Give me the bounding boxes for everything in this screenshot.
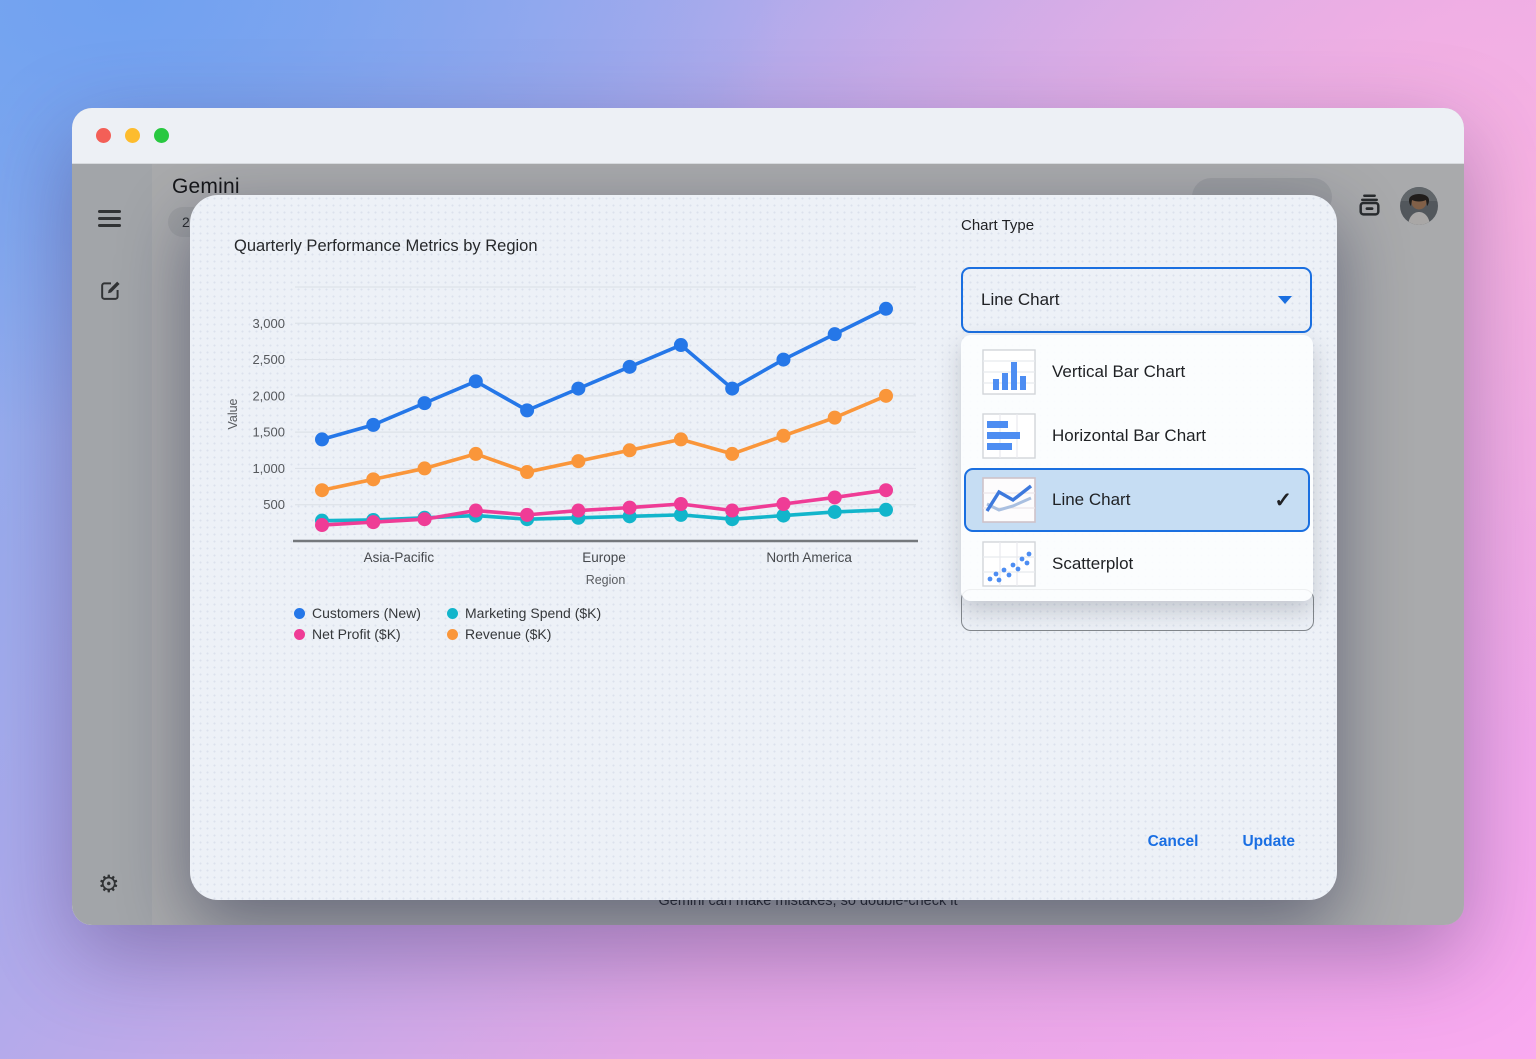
line-chart-icon <box>982 477 1036 523</box>
legend-label: Revenue ($K) <box>465 626 551 642</box>
svg-text:3,000: 3,000 <box>252 316 285 331</box>
dialog-actions: Cancel Update <box>1148 833 1295 851</box>
update-button[interactable]: Update <box>1242 833 1295 851</box>
svg-text:2,000: 2,000 <box>252 388 285 403</box>
minimize-window-button[interactable] <box>125 128 140 143</box>
chart-title: Quarterly Performance Metrics by Region <box>234 237 538 256</box>
legend-item: Customers (New) <box>294 605 447 621</box>
svg-text:Asia-Pacific: Asia-Pacific <box>364 550 435 565</box>
legend-item: Marketing Spend ($K) <box>447 605 601 621</box>
chart-type-option-vertical-bar[interactable]: Vertical Bar Chart <box>964 340 1310 404</box>
zoom-window-button[interactable] <box>154 128 169 143</box>
legend-item: Net Profit ($K) <box>294 626 447 642</box>
close-window-button[interactable] <box>96 128 111 143</box>
legend-dot-revenue <box>447 629 458 640</box>
chart-type-selected-value: Line Chart <box>981 290 1059 310</box>
svg-text:Region: Region <box>586 573 626 587</box>
chart-type-option-horizontal-bar[interactable]: Horizontal Bar Chart <box>964 404 1310 468</box>
svg-text:1,500: 1,500 <box>252 425 285 440</box>
browser-window: ⚙ Gemini 2 <box>72 108 1464 925</box>
svg-text:2,500: 2,500 <box>252 352 285 367</box>
svg-text:1,000: 1,000 <box>252 461 285 476</box>
menu-item-label: Vertical Bar Chart <box>1052 362 1185 382</box>
legend-dot-marketing-spend <box>447 608 458 619</box>
legend-dot-net-profit <box>294 629 305 640</box>
window-titlebar <box>72 108 1464 164</box>
chart-type-option-scatterplot[interactable]: Scatterplot <box>964 532 1310 596</box>
svg-text:Value: Value <box>226 398 240 429</box>
svg-text:Europe: Europe <box>582 550 626 565</box>
cancel-button[interactable]: Cancel <box>1148 833 1199 851</box>
legend-label: Customers (New) <box>312 605 421 621</box>
chart-type-option-line[interactable]: Line Chart ✓ <box>964 468 1310 532</box>
svg-text:North America: North America <box>766 550 852 565</box>
svg-text:500: 500 <box>263 497 285 512</box>
chart-editor-dialog: Quarterly Performance Metrics by Region … <box>190 195 1337 900</box>
legend-label: Marketing Spend ($K) <box>465 605 601 621</box>
chart-type-select[interactable]: Line Chart <box>961 267 1312 333</box>
legend-dot-customers <box>294 608 305 619</box>
line-chart-plot: 500 1,000 1,500 2,000 2,500 3,000 Asia-Pacific… <box>220 273 920 593</box>
chevron-down-icon <box>1278 296 1292 304</box>
menu-item-label: Line Chart <box>1052 490 1130 510</box>
horizontal-bar-chart-icon <box>982 413 1036 459</box>
chart-type-menu: Vertical Bar Chart Horizontal Bar Chart <box>961 335 1313 601</box>
menu-item-label: Horizontal Bar Chart <box>1052 426 1206 446</box>
check-icon: ✓ <box>1274 488 1292 513</box>
vertical-bar-chart-icon <box>982 349 1036 395</box>
legend-label: Net Profit ($K) <box>312 626 401 642</box>
menu-item-label: Scatterplot <box>1052 554 1133 574</box>
legend-item: Revenue ($K) <box>447 626 601 642</box>
chart-type-label: Chart Type <box>961 217 1034 234</box>
desktop-background: ⚙ Gemini 2 <box>0 0 1536 1059</box>
scatterplot-icon <box>982 541 1036 587</box>
chart-legend: Customers (New) Marketing Spend ($K) Net… <box>294 605 601 642</box>
